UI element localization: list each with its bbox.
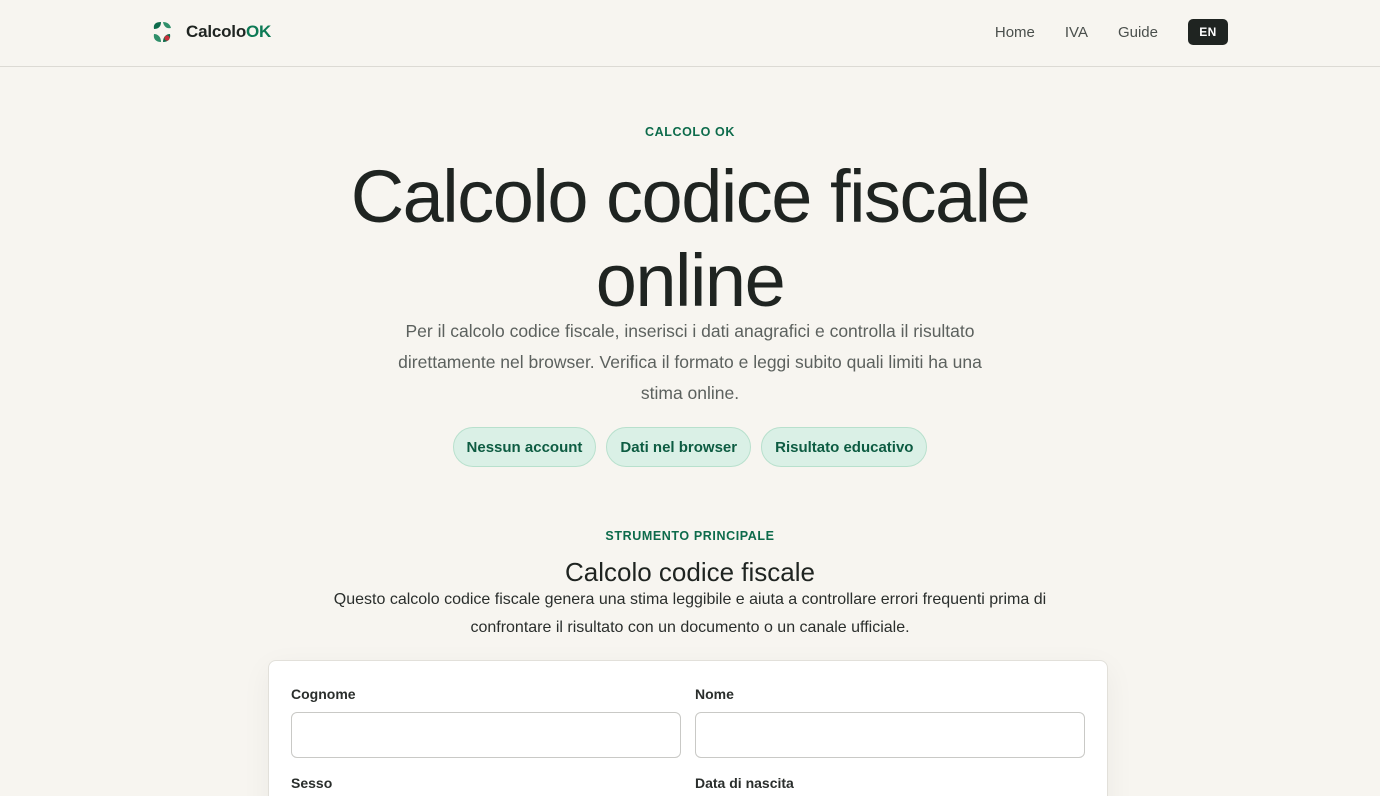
brand-home-link[interactable]: CalcoloOK	[150, 19, 271, 45]
brand-name-main: Calcolo	[186, 22, 247, 41]
codice-fiscale-form: Cognome Nome Sesso Data di nascita	[268, 660, 1108, 796]
main-nav: Home IVA Guide EN	[995, 19, 1228, 45]
tool-description: Questo calcolo codice fiscale genera una…	[333, 591, 1047, 636]
nome-label: Nome	[695, 686, 734, 702]
chip-no-account: Nessun account	[452, 427, 597, 467]
cognome-input[interactable]	[291, 712, 681, 758]
nav-link-iva[interactable]: IVA	[1065, 24, 1088, 41]
hero-description: Per il calcolo codice fiscale, inserisci…	[398, 321, 982, 403]
chip-data-in-browser: Dati nel browser	[606, 427, 752, 467]
language-switch-button[interactable]: EN	[1188, 19, 1228, 45]
page-title: Calcolo codice fiscale online	[350, 155, 1031, 322]
nome-input[interactable]	[695, 712, 1085, 758]
tool-title: Calcolo codice fiscale	[564, 557, 815, 587]
top-navigation-bar: CalcoloOK Home IVA Guide EN	[0, 0, 1380, 67]
feature-chips: Nessun account Dati nel browser Risultat…	[0, 427, 1380, 467]
data-nascita-label: Data di nascita	[695, 775, 794, 791]
sesso-label: Sesso	[291, 775, 333, 791]
chip-educational-result: Risultato educativo	[761, 427, 928, 467]
cognome-label: Cognome	[291, 686, 356, 702]
nav-link-home[interactable]: Home	[995, 24, 1035, 41]
brand-name: CalcoloOK	[186, 22, 271, 42]
hero-eyebrow: CALCOLO OK	[644, 125, 736, 139]
brand-name-accent: OK	[246, 22, 272, 41]
clover-leaf-icon	[153, 22, 171, 42]
tool-eyebrow: STRUMENTO PRINCIPALE	[605, 529, 775, 543]
nav-link-guide[interactable]: Guide	[1118, 24, 1158, 41]
